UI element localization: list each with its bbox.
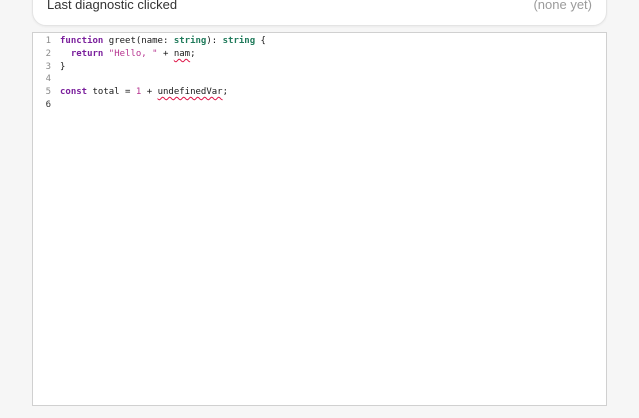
line-number: 1: [45, 36, 51, 46]
code-line[interactable]: [60, 99, 606, 112]
code-token: name: [141, 36, 163, 46]
line-number: 6: [45, 99, 51, 110]
code-token: {: [255, 36, 266, 46]
code-line[interactable]: return "Hello, " + nam;: [60, 48, 606, 61]
line-number: 3: [45, 61, 51, 72]
code-line[interactable]: function greet(name: string): string {: [60, 35, 606, 48]
code-token: +: [157, 48, 174, 59]
diagnostic-status-label: Last diagnostic clicked: [47, 0, 178, 12]
code-line[interactable]: [60, 73, 606, 86]
line-number-gutter: 1 2 3 4 56: [33, 33, 55, 112]
code-token: greet(: [103, 36, 142, 46]
code-token: ;: [190, 48, 196, 59]
app-root: Last diagnostic clicked (none yet) 1 2 3 4 5…: [0, 0, 639, 418]
line-number: 4: [45, 74, 51, 85]
code-token: }: [60, 61, 66, 72]
code-token: string: [173, 36, 207, 46]
code-editor[interactable]: 1 2 3 4 56 function greet(name: string): str…: [32, 32, 607, 406]
code-token: "Hello, ": [108, 48, 158, 59]
diagnostic-token[interactable]: nam: [174, 49, 190, 59]
code-line[interactable]: }: [60, 61, 606, 74]
diagnostic-status-card: Last diagnostic clicked (none yet): [32, 0, 607, 26]
diagnostic-token[interactable]: undefinedVar: [158, 87, 223, 97]
code-token: const: [60, 87, 88, 98]
diagnostic-status-value: (none yet): [533, 0, 592, 12]
code-line[interactable]: const total = 1 + undefinedVar;: [60, 86, 606, 99]
code-token: return: [70, 48, 104, 59]
code-token: function: [60, 36, 104, 46]
line-number: 2: [45, 48, 51, 59]
code-token: ;: [222, 87, 229, 98]
code-token: :: [162, 36, 174, 46]
code-token: +: [141, 87, 158, 98]
line-number: 5: [45, 87, 51, 98]
code-token: total =: [87, 87, 136, 98]
code-token: ):: [206, 36, 223, 46]
code-token: string: [222, 36, 256, 46]
code-content[interactable]: function greet(name: string): string { r…: [60, 33, 606, 112]
